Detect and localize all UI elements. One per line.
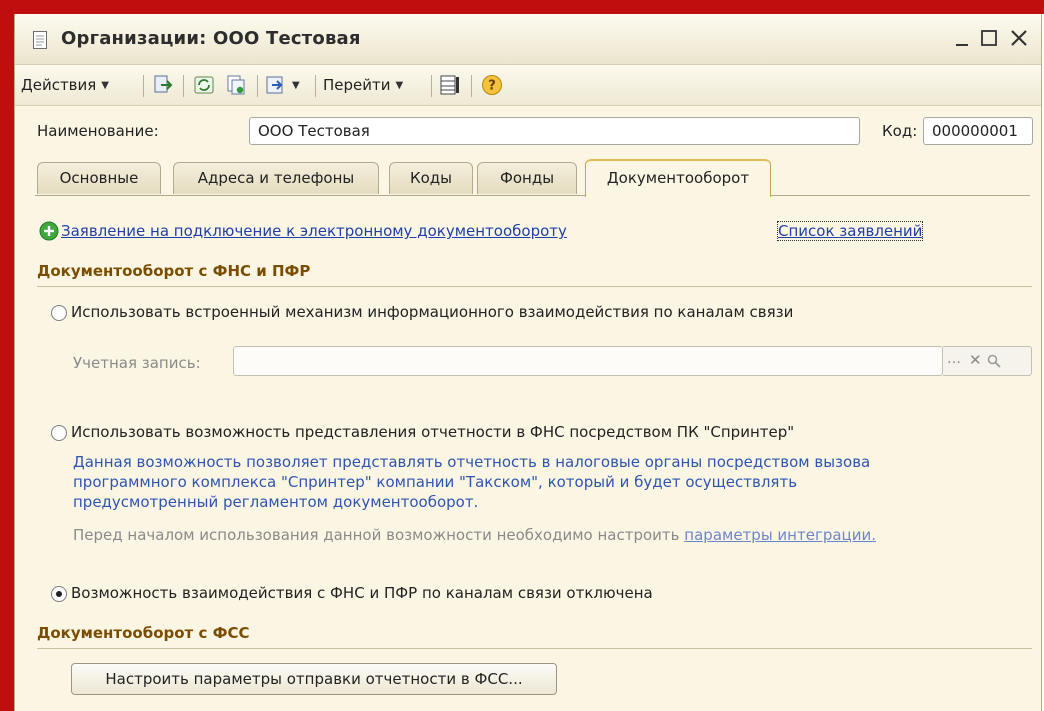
option-disabled-radio[interactable] <box>51 586 67 602</box>
account-label: Учетная запись: <box>73 354 201 372</box>
tab-panel-border <box>35 195 1030 196</box>
applications-list-link[interactable]: Список заявлений <box>776 221 924 241</box>
desktop-border-top <box>0 0 1044 14</box>
ellipsis-icon[interactable]: … <box>947 351 961 367</box>
section-divider <box>37 286 1032 287</box>
option-sprinter-radio[interactable] <box>51 425 67 441</box>
code-label: Код: <box>882 122 918 140</box>
name-label: Наименование: <box>37 122 159 140</box>
maximize-icon[interactable] <box>977 26 1001 50</box>
close-icon[interactable] <box>1007 26 1031 50</box>
structure-icon[interactable] <box>439 74 461 96</box>
document-icon <box>33 31 47 49</box>
option-builtin-radio[interactable] <box>51 305 67 321</box>
integration-note: Перед началом использования данной возмо… <box>73 526 876 544</box>
toolbar-separator <box>183 75 184 97</box>
chevron-down-icon: ▼ <box>101 79 109 91</box>
copy-icon[interactable] <box>225 74 247 96</box>
toolbar-separator <box>143 75 144 97</box>
save-close-icon[interactable] <box>153 74 175 96</box>
tab-main[interactable]: Основные <box>37 162 161 194</box>
fss-settings-button[interactable]: Настроить параметры отправки отчетности … <box>71 663 557 695</box>
goto-menu-button[interactable]: Перейти ▼ <box>323 65 403 105</box>
name-input[interactable]: ООО Тестовая <box>249 117 860 145</box>
toolbar: Действия ▼ ▼ Перейти ▼ ? <box>15 65 1041 106</box>
option-disabled-label[interactable]: Возможность взаимодействия с ФНС и ПФР п… <box>71 584 653 602</box>
actions-menu-button[interactable]: Действия ▼ <box>21 65 109 105</box>
sprinter-info-line1: Данная возможность позволяет представлят… <box>73 453 871 471</box>
title-bar: Организации: ООО Тестовая <box>15 14 1041 65</box>
account-input-buttons: … ✕ <box>943 346 1032 376</box>
clear-icon[interactable]: ✕ <box>969 351 982 369</box>
refresh-icon[interactable] <box>193 74 215 96</box>
sprinter-info-line2: программного комплекса "Спринтер" компан… <box>73 473 798 491</box>
option-builtin-label[interactable]: Использовать встроенный механизм информа… <box>71 303 793 321</box>
add-icon[interactable] <box>39 221 59 241</box>
toolbar-separator <box>257 75 258 97</box>
tab-codes[interactable]: Коды <box>389 162 473 194</box>
insert-menu-button[interactable]: ▼ <box>265 65 300 105</box>
chevron-down-icon: ▼ <box>292 79 300 91</box>
fss-section-title: Документооборот с ФСС <box>37 624 250 642</box>
sprinter-info-line3: предусмотренный регламентом документообо… <box>73 493 479 511</box>
tab-funds[interactable]: Фонды <box>477 162 577 194</box>
section-divider <box>37 648 1032 649</box>
code-input[interactable]: 000000001 <box>923 117 1033 145</box>
account-input[interactable] <box>233 346 943 376</box>
fns-section-title: Документооборот с ФНС и ПФР <box>37 262 311 280</box>
application-link[interactable]: Заявление на подключение к электронному … <box>61 222 567 240</box>
tab-addresses-phones[interactable]: Адреса и телефоны <box>173 162 379 194</box>
window-title: Организации: ООО Тестовая <box>61 28 361 49</box>
toolbar-separator <box>471 75 472 97</box>
integration-params-link[interactable]: параметры интеграции. <box>684 526 876 544</box>
integration-note-text: Перед началом использования данной возмо… <box>73 526 680 544</box>
chevron-down-icon: ▼ <box>395 79 404 91</box>
minimize-icon[interactable] <box>951 26 975 50</box>
search-icon[interactable] <box>987 354 1001 368</box>
desktop-border-left <box>0 0 14 711</box>
svg-text:?: ? <box>488 79 496 94</box>
help-icon[interactable]: ? <box>481 74 503 96</box>
toolbar-separator <box>431 75 432 97</box>
tab-document-flow[interactable]: Документооборот <box>585 159 771 197</box>
insert-icon <box>266 76 283 94</box>
toolbar-separator <box>315 75 316 97</box>
actions-menu-label: Действия <box>21 76 97 94</box>
goto-menu-label: Перейти <box>323 76 391 94</box>
option-sprinter-label[interactable]: Использовать возможность представления о… <box>71 423 794 441</box>
organization-window: Организации: ООО Тестовая Действия ▼ ▼ П… <box>14 14 1042 711</box>
